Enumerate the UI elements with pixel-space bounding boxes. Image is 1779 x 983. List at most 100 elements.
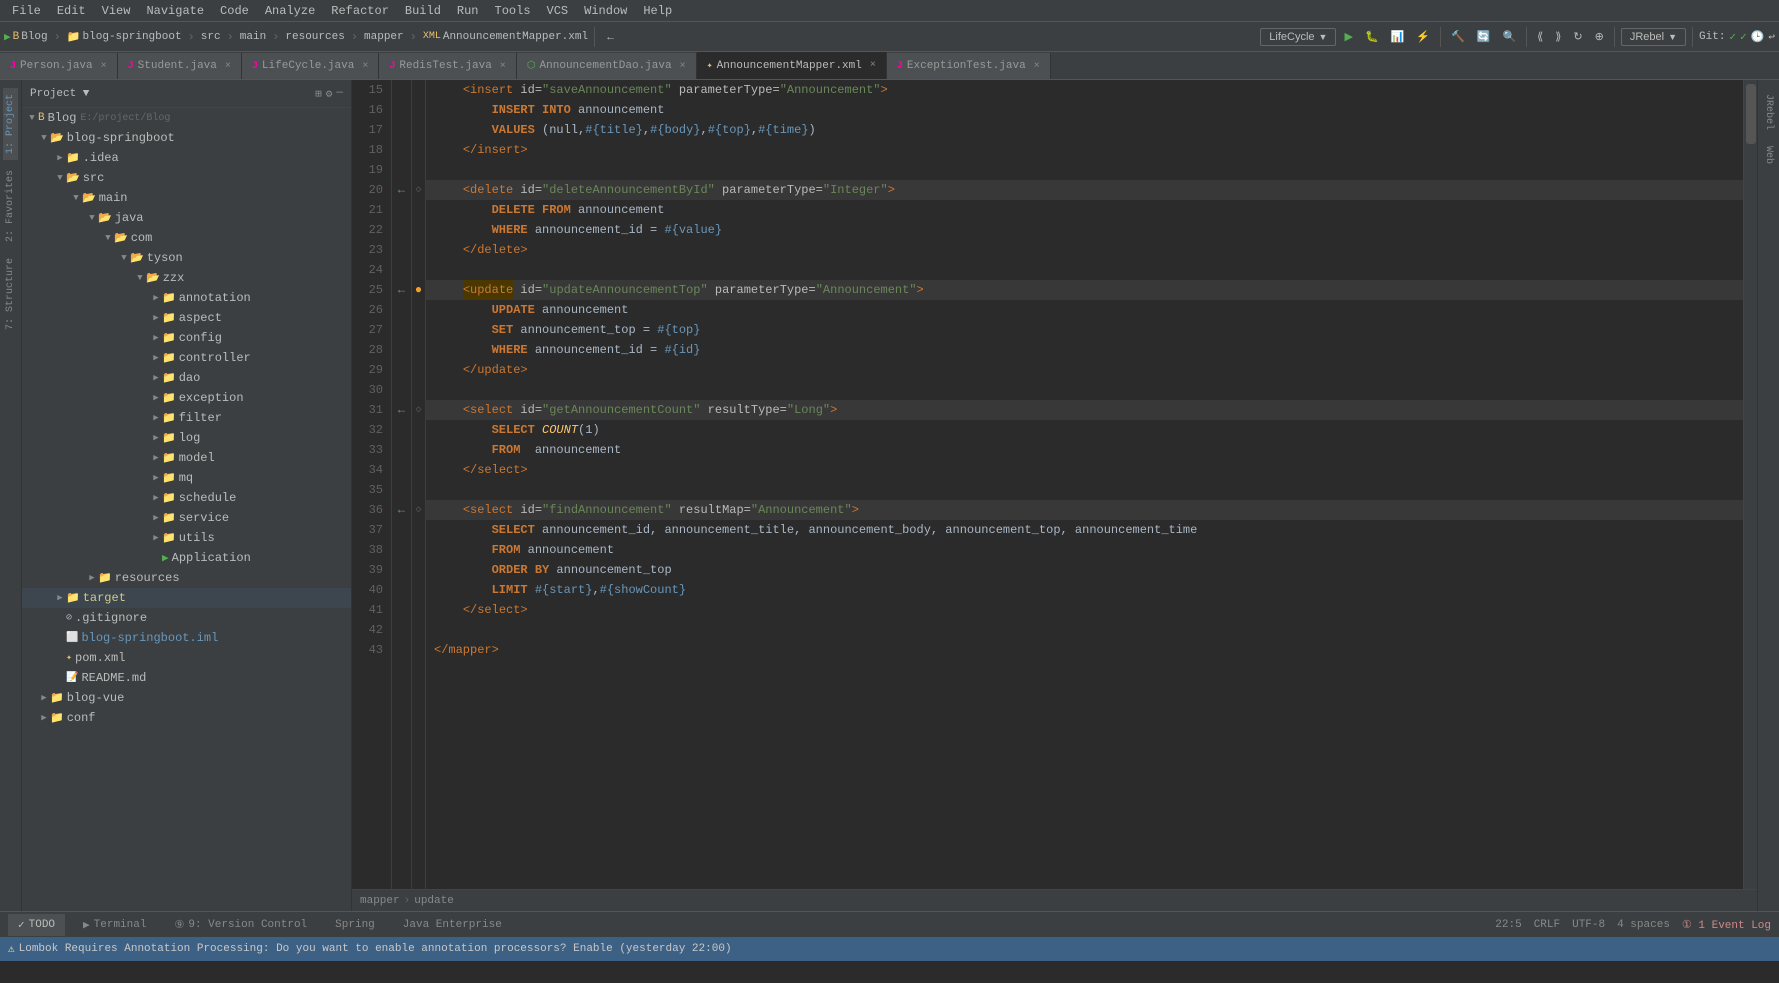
tree-resources[interactable]: ▶ 📁 resources (22, 568, 351, 588)
tree-controller[interactable]: ▶ 📁 controller (22, 348, 351, 368)
tree-main[interactable]: ▼ 📂 main (22, 188, 351, 208)
sidebar-layout-btn[interactable]: ⊞ (315, 87, 322, 101)
tab-lifecycle-close[interactable]: × (362, 61, 368, 72)
tree-target[interactable]: ▶ 📁 target (22, 588, 351, 608)
toolbar-btn2[interactable]: ⟫ (1551, 28, 1565, 45)
menu-build[interactable]: Build (397, 0, 449, 21)
scrollbar-thumb[interactable] (1746, 84, 1756, 144)
tree-filter[interactable]: ▶ 📁 filter (22, 408, 351, 428)
breadcrumb-mapper[interactable]: mapper (364, 31, 404, 43)
breadcrumb-file[interactable]: XML AnnouncementMapper.xml (423, 31, 588, 43)
coverage-btn[interactable]: 📊 (1387, 28, 1409, 45)
tab-extest-close[interactable]: × (1034, 61, 1040, 72)
menu-run[interactable]: Run (449, 0, 487, 21)
tree-exception[interactable]: ▶ 📁 exception (22, 388, 351, 408)
panel-structure[interactable]: 7: Structure (3, 252, 18, 336)
breadcrumb-src[interactable]: src (201, 31, 221, 43)
tree-idea[interactable]: ▶ 📁 .idea (22, 148, 351, 168)
menu-vcs[interactable]: VCS (539, 0, 577, 21)
tab-lifecycle[interactable]: J LifeCycle.java × (242, 53, 379, 79)
git-check2[interactable]: ✓ (1740, 30, 1747, 44)
menu-edit[interactable]: Edit (49, 0, 94, 21)
tree-schedule[interactable]: ▶ 📁 schedule (22, 488, 351, 508)
breadcrumb-blog[interactable]: ▶ B Blog (4, 30, 48, 44)
tab-student[interactable]: J Student.java × (118, 53, 242, 79)
lifecycle-btn[interactable]: LifeCycle ▼ (1260, 28, 1336, 46)
tab-redis[interactable]: J RedisTest.java × (379, 53, 516, 79)
tab-spring[interactable]: Spring (325, 914, 385, 936)
panel-jrebel[interactable]: JRebel (1761, 88, 1776, 136)
tree-src[interactable]: ▼ 📂 src (22, 168, 351, 188)
tree-readme[interactable]: 📝 README.md (22, 668, 351, 688)
sidebar-close-btn[interactable]: — (336, 87, 343, 101)
breadcrumb-update[interactable]: update (414, 895, 454, 907)
status-message[interactable]: Lombok Requires Annotation Processing: D… (19, 943, 732, 955)
run-btn[interactable]: ▶ (1340, 28, 1356, 45)
tree-blog-vue[interactable]: ▶ 📁 blog-vue (22, 688, 351, 708)
tree-dao[interactable]: ▶ 📁 dao (22, 368, 351, 388)
menu-analyze[interactable]: Analyze (257, 0, 323, 21)
breadcrumb-main[interactable]: main (240, 31, 266, 43)
tree-annotation[interactable]: ▶ 📁 annotation (22, 288, 351, 308)
menu-refactor[interactable]: Refactor (323, 0, 397, 21)
git-clock[interactable]: 🕒 (1751, 30, 1765, 44)
tab-anndao-close[interactable]: × (680, 61, 686, 72)
panel-web[interactable]: Web (1761, 140, 1776, 170)
tree-blog-root[interactable]: ▼ B Blog E:/project/Blog (22, 108, 351, 128)
event-log[interactable]: ① 1 Event Log (1682, 918, 1771, 932)
tab-anndao[interactable]: ⬡ AnnouncementDao.java × (517, 53, 697, 79)
back-btn[interactable]: ← (601, 29, 620, 45)
tree-mq[interactable]: ▶ 📁 mq (22, 468, 351, 488)
menu-window[interactable]: Window (576, 0, 635, 21)
search-btn[interactable]: 🔍 (1498, 28, 1520, 45)
gutter-36[interactable]: ← (392, 500, 411, 520)
tab-student-close[interactable]: × (225, 61, 231, 72)
tab-extest[interactable]: J ExceptionTest.java × (887, 53, 1051, 79)
gutter-31[interactable]: ← (392, 400, 411, 420)
tree-config[interactable]: ▶ 📁 config (22, 328, 351, 348)
tree-com[interactable]: ▼ 📂 com (22, 228, 351, 248)
tree-tyson[interactable]: ▼ 📂 tyson (22, 248, 351, 268)
debug-btn[interactable]: 🐛 (1361, 28, 1383, 45)
menu-help[interactable]: Help (635, 0, 680, 21)
breadcrumb-resources[interactable]: resources (285, 31, 344, 43)
tree-springboot[interactable]: ▼ 📂 blog-springboot (22, 128, 351, 148)
tree-conf[interactable]: ▶ 📁 conf (22, 708, 351, 728)
git-undo[interactable]: ↩ (1768, 30, 1775, 44)
tree-gitignore[interactable]: ⊘ .gitignore (22, 608, 351, 628)
tree-application[interactable]: ▶ Application (22, 548, 351, 568)
tree-java[interactable]: ▼ 📂 java (22, 208, 351, 228)
toolbar-btn4[interactable]: ⊕ (1591, 28, 1608, 45)
tree-model[interactable]: ▶ 📁 model (22, 448, 351, 468)
breadcrumb-mapper[interactable]: mapper (360, 895, 400, 907)
code-editor[interactable]: <insert id="saveAnnouncement" parameterT… (426, 80, 1743, 889)
tab-terminal[interactable]: ▶ Terminal (73, 914, 156, 936)
gutter-25[interactable]: ← (392, 280, 411, 300)
profile-btn[interactable]: ⚡ (1412, 28, 1434, 45)
panel-favorites[interactable]: 2: Favorites (3, 164, 18, 248)
breadcrumb-springboot[interactable]: 📁 blog-springboot (67, 30, 182, 44)
menu-navigate[interactable]: Navigate (138, 0, 212, 21)
tree-iml[interactable]: ⬜ blog-springboot.iml (22, 628, 351, 648)
jrebel-btn[interactable]: JRebel ▼ (1621, 28, 1686, 46)
tree-zzx[interactable]: ▼ 📂 zzx (22, 268, 351, 288)
menu-code[interactable]: Code (212, 0, 257, 21)
tab-version-control[interactable]: ⑨ 9: Version Control (164, 914, 317, 936)
tab-todo[interactable]: ✓ TODO (8, 914, 65, 936)
tab-annmapper-close[interactable]: × (870, 60, 876, 71)
git-check1[interactable]: ✓ (1729, 30, 1736, 44)
tree-service[interactable]: ▶ 📁 service (22, 508, 351, 528)
tree-log[interactable]: ▶ 📁 log (22, 428, 351, 448)
menu-tools[interactable]: Tools (487, 0, 539, 21)
tab-java-enterprise[interactable]: Java Enterprise (393, 914, 512, 936)
tab-redis-close[interactable]: × (500, 61, 506, 72)
toolbar-btn1[interactable]: ⟪ (1533, 28, 1547, 45)
sync-btn[interactable]: 🔄 (1473, 28, 1495, 45)
tree-pom[interactable]: ✦ pom.xml (22, 648, 351, 668)
build-btn[interactable]: 🔨 (1447, 28, 1469, 45)
sidebar-gear-btn[interactable]: ⚙ (326, 87, 333, 101)
toolbar-btn3[interactable]: ↻ (1569, 28, 1586, 45)
menu-view[interactable]: View (94, 0, 139, 21)
tab-annmapper[interactable]: ✦ AnnouncementMapper.xml × (697, 52, 887, 79)
menu-file[interactable]: File (4, 0, 49, 21)
